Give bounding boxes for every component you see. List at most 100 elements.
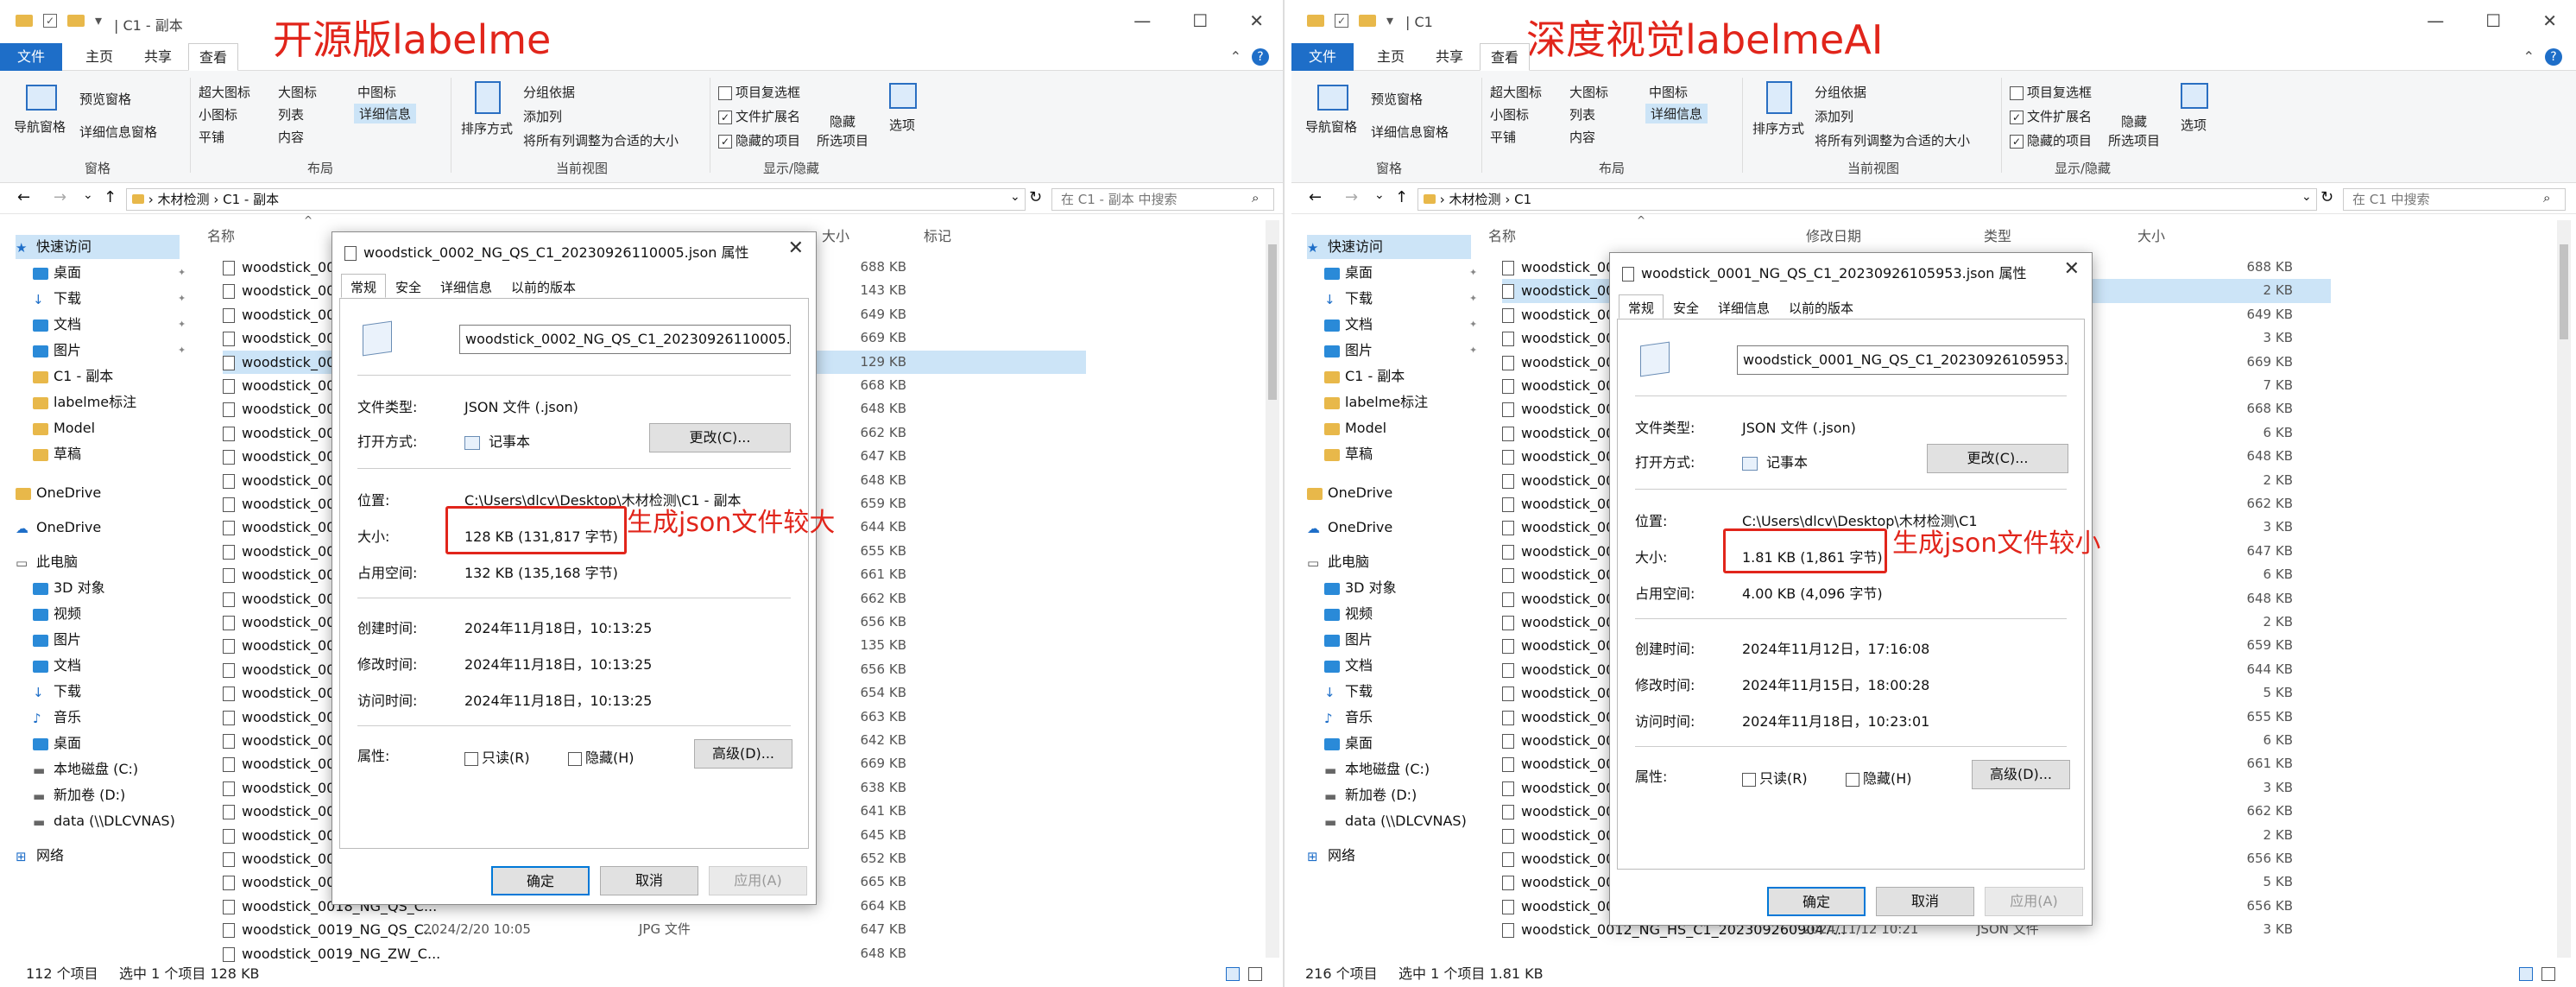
nav-item[interactable]: 图片 <box>33 628 81 652</box>
nav-item[interactable]: 文档 ✦ <box>1324 313 1477 337</box>
search-input[interactable]: 在 C1 中搜索 <box>2343 188 2566 211</box>
nav-item[interactable]: 桌面 ✦ <box>1324 261 1477 285</box>
hide-selected-button[interactable]: 隐藏 所选项目 <box>817 112 868 150</box>
nav-item[interactable]: 图片 <box>1324 628 1373 652</box>
back-icon[interactable]: ← <box>17 188 30 206</box>
options-button[interactable]: 选项 <box>2181 116 2207 134</box>
navigation-pane-icon[interactable] <box>1317 85 1348 111</box>
details-pane-button[interactable]: 详细信息窗格 <box>79 123 157 141</box>
address-bar[interactable]: › 木材检测 › C1 <box>1417 188 2317 211</box>
nav-item[interactable]: Model <box>1324 416 1386 440</box>
nav-item[interactable]: labelme标注 <box>1324 390 1428 414</box>
close-icon[interactable]: ✕ <box>2542 10 2557 31</box>
file-extensions-toggle[interactable]: ✓ 文件扩展名 <box>718 107 800 125</box>
readonly-checkbox[interactable]: 只读(R) <box>1742 767 1808 788</box>
search-input[interactable]: 在 C1 - 副本 中搜索 <box>1051 188 1274 211</box>
column-header-tags[interactable]: 标记 <box>924 225 951 245</box>
dialog-close-icon[interactable]: ✕ <box>2064 258 2080 280</box>
nav-item[interactable]: ♪ 音乐 <box>33 705 81 730</box>
add-columns-button[interactable]: 添加列 <box>523 107 562 125</box>
collapse-ribbon-icon[interactable]: ⌃ <box>2523 48 2535 65</box>
extra-large-icons-option[interactable]: 超大图标 <box>199 83 250 101</box>
nav-item[interactable]: ↓ 下载 ✦ <box>1324 287 1477 311</box>
column-header-date[interactable]: 修改日期 <box>1806 225 1861 245</box>
nav-item[interactable]: 文档 ✦ <box>33 313 186 337</box>
tab-file[interactable]: 文件 <box>1291 43 1354 71</box>
nav-item[interactable]: ▬ data (\\DLCVNAS) <box>33 809 175 833</box>
navigation-pane-icon[interactable] <box>26 85 57 111</box>
nav-item[interactable]: ↓ 下载 <box>33 680 81 704</box>
advanced-button[interactable]: 高级(D)... <box>694 739 792 769</box>
hidden-items-toggle[interactable]: ✓ 隐藏的项目 <box>2010 131 2092 149</box>
address-bar[interactable]: › 木材检测 › C1 - 副本 <box>126 188 1026 211</box>
column-header-type[interactable]: 类型 <box>1984 225 2011 245</box>
nav-item[interactable]: 视频 <box>33 602 81 626</box>
small-icons-option[interactable]: 小图标 <box>199 105 237 123</box>
tab-general[interactable]: 常规 <box>341 274 387 298</box>
breadcrumb-item[interactable]: 木材检测 <box>1449 192 1501 207</box>
checkbox-checked-icon[interactable]: ✓ <box>2010 134 2024 149</box>
column-header-name[interactable]: 名称 <box>207 225 235 245</box>
nav-item[interactable]: Model <box>33 416 95 440</box>
change-button[interactable]: 更改(C)... <box>1927 444 2068 473</box>
refresh-icon[interactable]: ↻ <box>2320 188 2333 206</box>
help-icon[interactable]: ? <box>1252 48 1269 66</box>
advanced-button[interactable]: 高级(D)... <box>1972 760 2070 789</box>
nav-item[interactable]: ★ 快速访问 <box>1307 235 1471 259</box>
nav-item[interactable]: OneDrive <box>1307 481 1392 505</box>
help-icon[interactable]: ? <box>2545 48 2562 66</box>
nav-item[interactable]: ☁ OneDrive <box>16 516 101 540</box>
checkbox-checked-icon[interactable]: ✓ <box>2010 110 2024 124</box>
hide-selected-button[interactable]: 隐藏 所选项目 <box>2108 112 2160 150</box>
tiles-option[interactable]: 平铺 <box>1490 128 1516 146</box>
tiles-option[interactable]: 平铺 <box>199 128 224 146</box>
tab-previous-versions[interactable]: 以前的版本 <box>502 274 585 298</box>
nav-item[interactable]: ▬ 本地磁盘 (C:) <box>33 757 138 781</box>
tab-previous-versions[interactable]: 以前的版本 <box>1779 294 1863 319</box>
nav-item[interactable]: 视频 <box>1324 602 1373 626</box>
content-option[interactable]: 内容 <box>1569 128 1595 146</box>
tab-details[interactable]: 详细信息 <box>1708 294 1779 319</box>
filename-field[interactable]: woodstick_0001_NG_QS_C1_20230926105953.j… <box>1737 345 2068 375</box>
preview-pane-button[interactable]: 预览窗格 <box>79 90 131 108</box>
hidden-checkbox[interactable]: 隐藏(H) <box>568 746 635 767</box>
nav-item[interactable]: ♪ 音乐 <box>1324 705 1373 730</box>
tab-security[interactable]: 安全 <box>1664 294 1708 319</box>
sort-by-button[interactable]: 排序方式 <box>461 119 513 137</box>
nav-item[interactable]: ★ 快速访问 <box>16 235 180 259</box>
checkbox-icon[interactable] <box>568 751 582 766</box>
tab-details[interactable]: 详细信息 <box>431 274 502 298</box>
large-icons-view-icon[interactable] <box>1248 967 1262 981</box>
add-columns-button[interactable]: 添加列 <box>1815 107 1853 125</box>
recent-dropdown-icon[interactable]: ⌄ <box>1374 188 1385 202</box>
refresh-icon[interactable]: ↻ <box>1029 188 1042 206</box>
dialog-close-icon[interactable]: ✕ <box>788 237 804 259</box>
size-all-columns-button[interactable]: 将所有列调整为合适的大小 <box>1815 131 1970 149</box>
size-all-columns-button[interactable]: 将所有列调整为合适的大小 <box>523 131 679 149</box>
small-icons-option[interactable]: 小图标 <box>1490 105 1529 123</box>
customize-dropdown-icon[interactable]: ▾ <box>95 12 102 28</box>
medium-icons-option[interactable]: 中图标 <box>1649 83 1688 101</box>
close-icon[interactable]: ✕ <box>1249 10 1264 31</box>
options-button[interactable]: 选项 <box>889 116 915 134</box>
nav-item[interactable]: 草稿 <box>1324 442 1373 466</box>
details-pane-button[interactable]: 详细信息窗格 <box>1371 123 1449 141</box>
extra-large-icons-option[interactable]: 超大图标 <box>1490 83 1542 101</box>
list-option[interactable]: 列表 <box>278 105 304 123</box>
nav-pane-button[interactable]: 导航窗格 <box>1305 117 1357 136</box>
options-icon[interactable] <box>2181 83 2208 109</box>
maximize-icon[interactable]: ☐ <box>1192 10 1208 31</box>
back-icon[interactable]: ← <box>1309 188 1322 206</box>
checkbox-checked-icon[interactable]: ✓ <box>718 134 732 149</box>
item-checkboxes-toggle[interactable]: 项目复选框 <box>2010 83 2092 101</box>
scrollbar-thumb[interactable] <box>1268 244 1277 400</box>
new-folder-icon[interactable] <box>67 14 85 27</box>
breadcrumb-item[interactable]: 木材检测 <box>158 192 210 207</box>
readonly-checkbox[interactable]: 只读(R) <box>464 746 530 767</box>
tab-home[interactable]: 主页 <box>1366 43 1416 71</box>
checkbox-icon[interactable] <box>1846 772 1859 787</box>
nav-item[interactable]: OneDrive <box>16 481 101 505</box>
properties-icon[interactable]: ✓ <box>1335 13 1348 28</box>
cancel-button[interactable]: 取消 <box>600 866 698 895</box>
list-option[interactable]: 列表 <box>1569 105 1595 123</box>
